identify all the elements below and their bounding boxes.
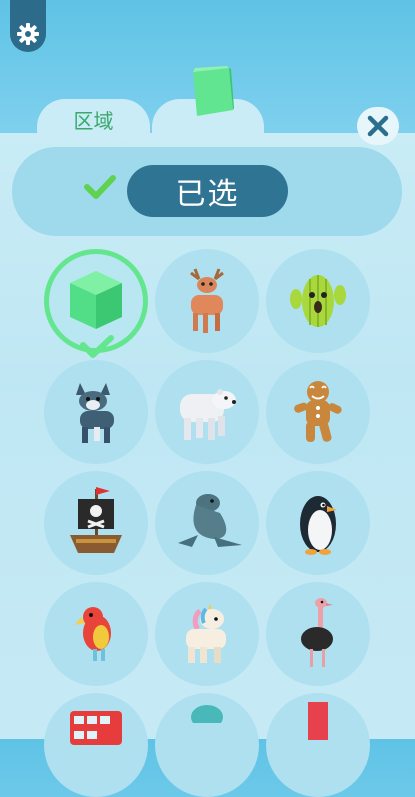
tab-area-label: 区域 xyxy=(73,109,114,133)
skin-item-deer[interactable] xyxy=(155,249,259,353)
skin-item-pirate-ship[interactable] xyxy=(44,471,148,575)
pirate-ship-icon xyxy=(70,487,122,553)
penguin-icon xyxy=(300,496,337,555)
gear-icon xyxy=(17,23,39,45)
check-icon xyxy=(84,175,116,199)
seal-icon xyxy=(178,494,242,547)
cube-icon xyxy=(193,66,234,116)
skin-item-polar-bear[interactable] xyxy=(155,360,259,464)
skin-item-wolf[interactable] xyxy=(44,360,148,464)
bus-icon xyxy=(70,711,122,745)
skin-item-bus[interactable] xyxy=(44,693,148,797)
skin-item-unicorn[interactable] xyxy=(155,582,259,686)
ostrich-icon xyxy=(301,598,333,667)
gingerbread-icon xyxy=(294,381,342,442)
selected-check-icon xyxy=(80,335,114,358)
cactus-icon xyxy=(290,275,346,327)
close-icon xyxy=(367,115,389,137)
ball-icon xyxy=(191,705,223,723)
deer-icon xyxy=(190,268,224,333)
close-button[interactable] xyxy=(357,107,399,145)
skin-item-ostrich[interactable] xyxy=(266,582,370,686)
skin-item-cactus[interactable] xyxy=(266,249,370,353)
skin-item-red-block[interactable] xyxy=(266,693,370,797)
cube-icon xyxy=(70,271,122,329)
tab-area[interactable]: 区域 xyxy=(37,99,150,139)
block-icon xyxy=(308,702,328,740)
parrot-icon xyxy=(75,607,111,661)
unicorn-icon xyxy=(186,603,226,663)
skin-item-penguin[interactable] xyxy=(266,471,370,575)
selected-status-button[interactable]: 已选 xyxy=(127,165,288,217)
skin-item-parrot[interactable] xyxy=(44,582,148,686)
skin-item-seal[interactable] xyxy=(155,471,259,575)
wolf-icon xyxy=(76,383,114,443)
settings-button[interactable] xyxy=(10,0,46,52)
selected-status-label: 已选 xyxy=(175,177,240,212)
skin-item-gingerbread[interactable] xyxy=(266,360,370,464)
polar-bear-icon xyxy=(180,389,236,440)
skin-item-ball[interactable] xyxy=(155,693,259,797)
